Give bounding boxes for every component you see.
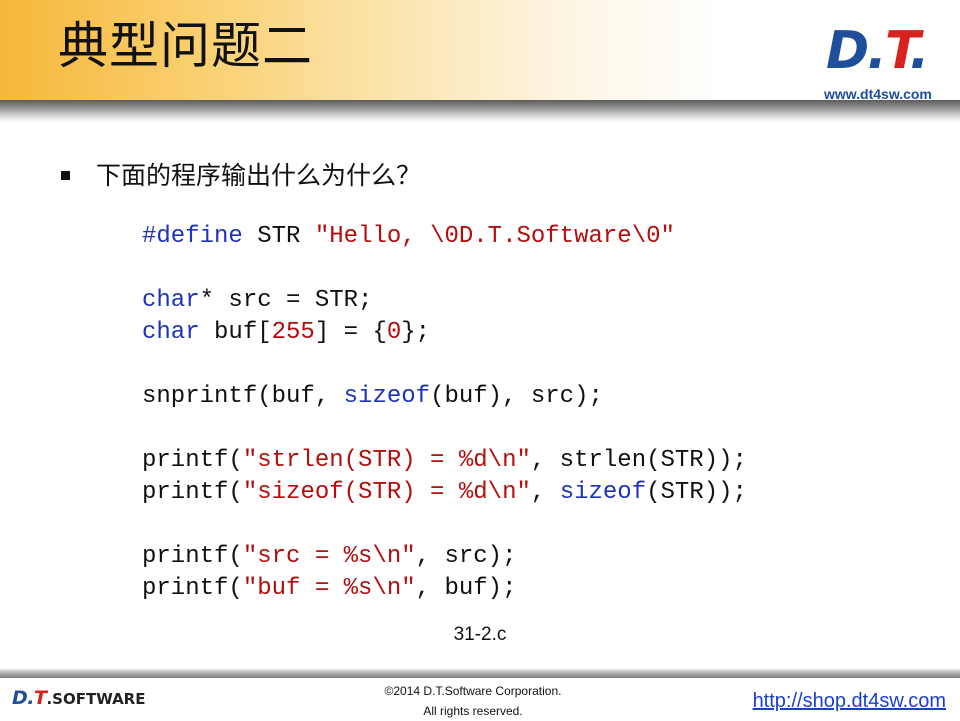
logo-t: T — [884, 21, 912, 81]
code-string: "strlen(STR) = %d\n" — [242, 447, 531, 474]
code-text: buf[ — [199, 319, 272, 346]
question-text: 下面的程序输出什么为什么？ — [96, 161, 422, 190]
code-keyword: char — [142, 319, 200, 346]
code-line: printf("buf = %s\n", buf); — [142, 573, 747, 605]
code-text: , src); — [415, 543, 517, 570]
code-number: 0 — [386, 319, 402, 346]
code-text: printf( — [142, 479, 243, 506]
code-text: , strlen(STR)); — [530, 447, 747, 474]
code-line: #define STR "Hello, \0D.T.Software\0" — [142, 221, 747, 253]
footer-divider — [0, 668, 960, 678]
code-filename-caption: 31-2.c — [453, 624, 507, 645]
code-line: printf("src = %s\n", src); — [142, 541, 747, 573]
slide-title: 典型问题二 — [58, 17, 313, 75]
code-line: char* src = STR; — [142, 285, 747, 317]
code-text: ] = { — [314, 319, 387, 346]
logo-d: D — [826, 21, 869, 81]
code-text: , — [530, 479, 560, 506]
code-string: "src = %s\n" — [242, 543, 416, 570]
code-text: printf( — [142, 543, 243, 570]
logo-url: www.dt4sw.com — [824, 86, 932, 102]
code-string: "buf = %s\n" — [242, 575, 416, 602]
code-text: printf( — [142, 575, 243, 602]
code-text: }; — [401, 319, 431, 346]
header-divider — [0, 100, 960, 122]
code-number: 255 — [271, 319, 315, 346]
logo-period: . — [909, 21, 930, 81]
code-keyword: char — [142, 287, 200, 314]
code-line: printf("strlen(STR) = %d\n", strlen(STR)… — [142, 445, 747, 477]
square-bullet-icon — [61, 171, 70, 180]
code-text: (STR)); — [646, 479, 747, 506]
code-keyword: sizeof — [343, 383, 431, 410]
code-keyword: sizeof — [559, 479, 647, 506]
code-text: * src = STR; — [199, 287, 373, 314]
shop-link[interactable]: http://shop.dt4sw.com — [753, 690, 946, 713]
code-string: "sizeof(STR) = %d\n" — [242, 479, 531, 506]
code-line: printf("sizeof(STR) = %d\n", sizeof(STR)… — [142, 477, 747, 509]
code-line: snprintf(buf, sizeof(buf), src); — [142, 381, 747, 413]
code-keyword: #define — [142, 223, 243, 250]
code-text: (buf), src); — [430, 383, 603, 410]
dt-logo: D.T. — [826, 20, 952, 82]
code-text: STR — [242, 223, 315, 250]
code-text: , buf); — [415, 575, 517, 602]
code-string: "Hello, \0D.T.Software\0" — [314, 223, 675, 250]
code-block: #define STR "Hello, \0D.T.Software\0" ch… — [142, 221, 747, 605]
code-line: char buf[255] = {0}; — [142, 317, 747, 349]
code-text: snprintf(buf, — [142, 383, 344, 410]
code-text: printf( — [142, 447, 243, 474]
logo-dot: . — [867, 21, 887, 81]
